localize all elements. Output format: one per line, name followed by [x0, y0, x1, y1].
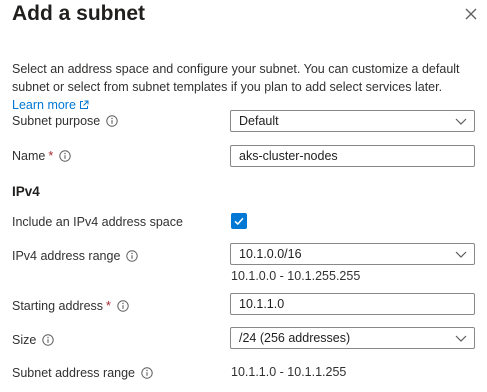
name-label: Name * — [12, 149, 71, 163]
ipv4-range-label-text: IPv4 address range — [12, 249, 121, 263]
info-icon[interactable] — [106, 115, 118, 127]
info-icon[interactable] — [59, 150, 71, 162]
description-text: Select an address space and configure yo… — [12, 62, 460, 94]
info-icon[interactable] — [126, 250, 139, 262]
size-value: /24 (256 addresses) — [239, 331, 351, 345]
subnet-purpose-label: Subnet purpose — [12, 114, 118, 128]
learn-more-label: Learn more — [12, 98, 76, 112]
subnet-address-range-label-text: Subnet address range — [12, 366, 136, 380]
name-label-text: Name — [12, 149, 46, 163]
checkmark-icon — [234, 217, 244, 226]
starting-address-input[interactable]: 10.1.1.0 — [230, 293, 475, 315]
panel-description: Select an address space and configure yo… — [12, 60, 477, 114]
info-icon[interactable] — [117, 300, 129, 312]
info-icon[interactable] — [42, 334, 55, 346]
info-icon[interactable] — [141, 367, 153, 379]
size-label-text: Size — [12, 333, 37, 347]
subnet-address-range-label: Subnet address range — [12, 366, 153, 380]
required-asterisk: * — [106, 299, 111, 313]
learn-more-link[interactable]: Learn more — [12, 98, 89, 112]
include-ipv4-checkbox[interactable] — [231, 213, 247, 229]
chevron-down-icon — [455, 118, 467, 125]
starting-address-label-text: Starting address — [12, 299, 104, 313]
size-label: Size — [12, 333, 55, 347]
ipv4-section-heading: IPv4 — [12, 184, 40, 199]
page-title: Add a subnet — [12, 2, 146, 25]
subnet-address-range-value: 10.1.1.0 - 10.1.1.255 — [231, 365, 347, 379]
ipv4-range-dropdown[interactable]: 10.1.0.0/16 — [230, 243, 475, 265]
close-icon[interactable] — [462, 5, 480, 23]
required-asterisk: * — [48, 149, 54, 163]
chevron-down-icon — [455, 335, 467, 342]
name-input[interactable]: aks-cluster-nodes — [230, 145, 475, 167]
ipv4-range-hint: 10.1.0.0 - 10.1.255.255 — [231, 269, 361, 283]
starting-address-label: Starting address * — [12, 299, 129, 313]
name-value: aks-cluster-nodes — [239, 149, 338, 163]
chevron-down-icon — [455, 251, 467, 258]
external-link-icon — [79, 100, 89, 109]
include-ipv4-label-text: Include an IPv4 address space — [12, 215, 183, 229]
subnet-purpose-label-text: Subnet purpose — [12, 114, 101, 128]
subnet-purpose-dropdown[interactable]: Default — [230, 110, 475, 132]
ipv4-range-label: IPv4 address range — [12, 249, 139, 263]
include-ipv4-label: Include an IPv4 address space — [12, 215, 183, 229]
size-dropdown[interactable]: /24 (256 addresses) — [230, 327, 475, 349]
starting-address-value: 10.1.1.0 — [239, 297, 285, 311]
subnet-purpose-value: Default — [239, 114, 279, 128]
ipv4-range-value: 10.1.0.0/16 — [239, 247, 302, 261]
